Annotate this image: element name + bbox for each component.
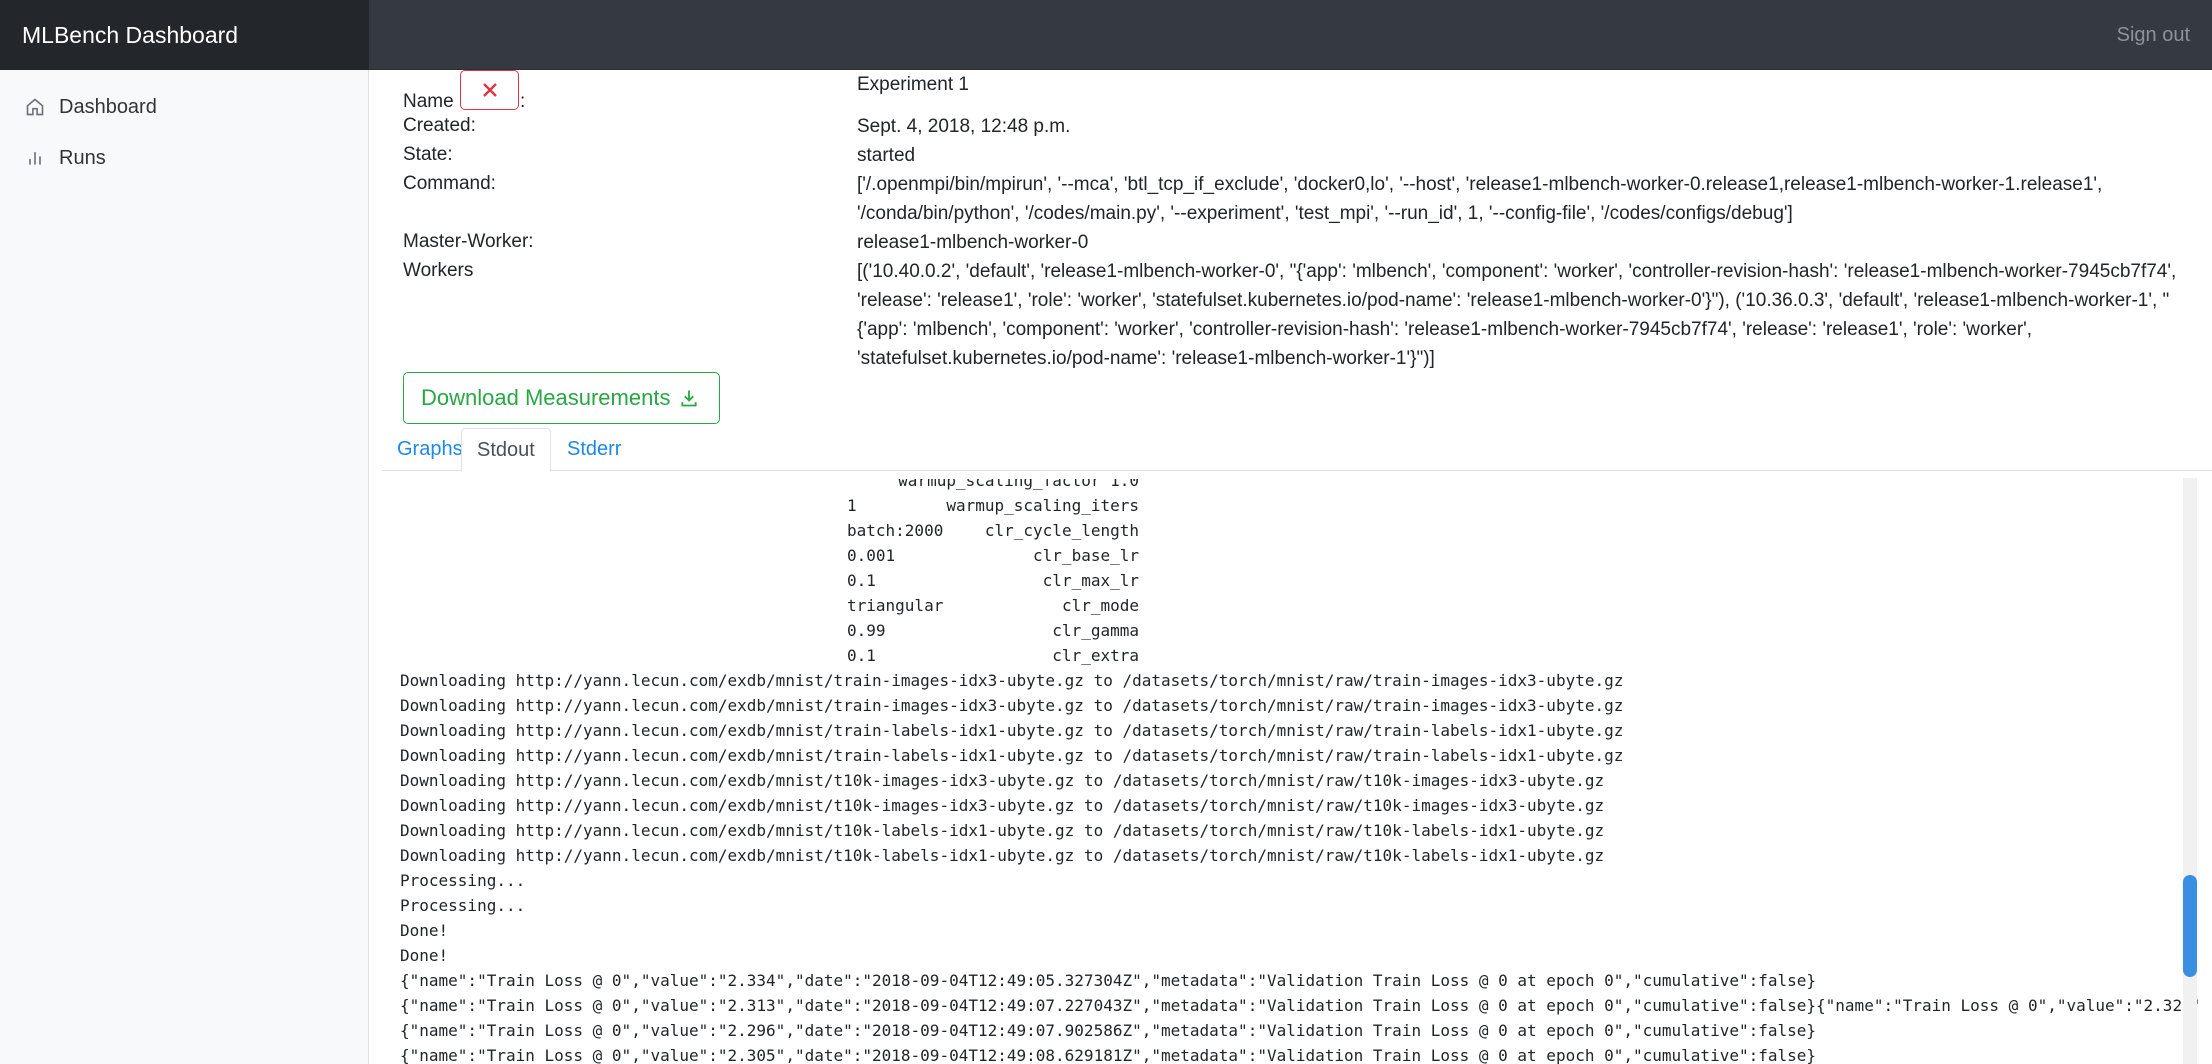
console-line: Downloading http://yann.lecun.com/exdb/m…	[400, 821, 1605, 840]
config-value: batch:2000	[847, 521, 944, 540]
stdout-console[interactable]: warmup_scaling_factor 1.0 warmup_scaling…	[382, 479, 2198, 1064]
top-navbar: MLBench Dashboard Sign out	[0, 0, 2212, 70]
main-content: Name : Experiment 1 Created: Sept. 4, 20…	[370, 70, 2212, 1064]
config-key: clr_base_lr	[1033, 546, 1139, 565]
console-line: {"name":"Train Loss @ 0","value":"2.313"…	[400, 996, 2198, 1015]
config-key: clr_gamma	[1052, 621, 1139, 640]
config-key: clr_max_lr	[1042, 571, 1139, 590]
console-line: Processing...	[400, 896, 526, 915]
console-line: warmup_scaling_factor 1.0	[898, 479, 1139, 490]
sidebar: Dashboard Runs	[0, 70, 369, 1064]
bar-chart-icon	[24, 147, 46, 169]
workers-value: [('10.40.0.2', 'default', 'release1-mlbe…	[857, 261, 2177, 369]
config-value: 0.1	[847, 571, 876, 590]
brand-title[interactable]: MLBench Dashboard	[0, 0, 369, 70]
console-line: {"name":"Train Loss @ 0","value":"2.296"…	[400, 1021, 1817, 1040]
state-value: started	[857, 145, 916, 166]
download-button-label: Download Measurements	[421, 385, 671, 410]
config-key: clr_extra	[1052, 646, 1139, 665]
name-colon: :	[520, 91, 526, 112]
console-line: Downloading http://yann.lecun.com/exdb/m…	[400, 846, 1605, 865]
created-value: Sept. 4, 2018, 12:48 p.m.	[857, 116, 1071, 137]
name-value: Experiment 1	[857, 74, 969, 95]
console-line: Downloading http://yann.lecun.com/exdb/m…	[400, 671, 1624, 690]
config-key: warmup_scaling_iters	[946, 496, 1139, 515]
tab-stdout[interactable]: Stdout	[461, 428, 551, 472]
tab-stderr[interactable]: Stderr	[552, 428, 636, 471]
console-line: Processing...	[400, 871, 526, 890]
console-line: Downloading http://yann.lecun.com/exdb/m…	[400, 796, 1605, 815]
master-worker-value: release1-mlbench-worker-0	[857, 232, 1089, 253]
config-key: clr_cycle_length	[984, 521, 1139, 540]
sidebar-item-runs[interactable]: Runs	[24, 140, 106, 176]
config-value: 1	[847, 496, 857, 515]
command-label: Command:	[403, 173, 496, 194]
download-icon	[681, 390, 698, 407]
console-line: Downloading http://yann.lecun.com/exdb/m…	[400, 746, 1624, 765]
console-line: Done!	[400, 946, 449, 965]
config-value: 0.1	[847, 646, 876, 665]
sign-out-link[interactable]: Sign out	[2117, 0, 2190, 70]
console-line: Downloading http://yann.lecun.com/exdb/m…	[400, 771, 1605, 790]
console-line: Downloading http://yann.lecun.com/exdb/m…	[400, 696, 1624, 715]
command-value: ['/.openmpi/bin/mpirun', '--mca', 'btl_t…	[857, 174, 2103, 224]
console-line: Done!	[400, 921, 449, 940]
download-measurements-button[interactable]: Download Measurements	[403, 372, 720, 424]
home-icon	[24, 96, 46, 118]
sidebar-item-dashboard[interactable]: Dashboard	[24, 89, 157, 125]
output-tabs: Graphs Stdout Stderr	[382, 428, 2212, 472]
remove-run-button[interactable]	[460, 70, 519, 110]
console-line: Downloading http://yann.lecun.com/exdb/m…	[400, 721, 1624, 740]
workers-label: Workers	[403, 260, 474, 281]
created-label: Created:	[403, 115, 476, 136]
sidebar-item-label: Runs	[59, 146, 106, 169]
master-worker-label: Master-Worker:	[403, 231, 534, 252]
config-value: triangular	[847, 596, 944, 615]
console-line: {"name":"Train Loss @ 0","value":"2.305"…	[400, 1046, 1817, 1064]
config-key: clr_mode	[1061, 596, 1139, 615]
config-value: 0.99	[847, 621, 886, 640]
config-value: 0.001	[847, 546, 896, 565]
console-line: {"name":"Train Loss @ 0","value":"2.334"…	[400, 971, 1817, 990]
sidebar-item-label: Dashboard	[59, 95, 157, 118]
scrollbar-thumb[interactable]	[2183, 875, 2197, 977]
close-icon	[482, 83, 497, 97]
console-scrollbar[interactable]	[2183, 478, 2197, 1064]
state-label: State:	[403, 144, 453, 165]
